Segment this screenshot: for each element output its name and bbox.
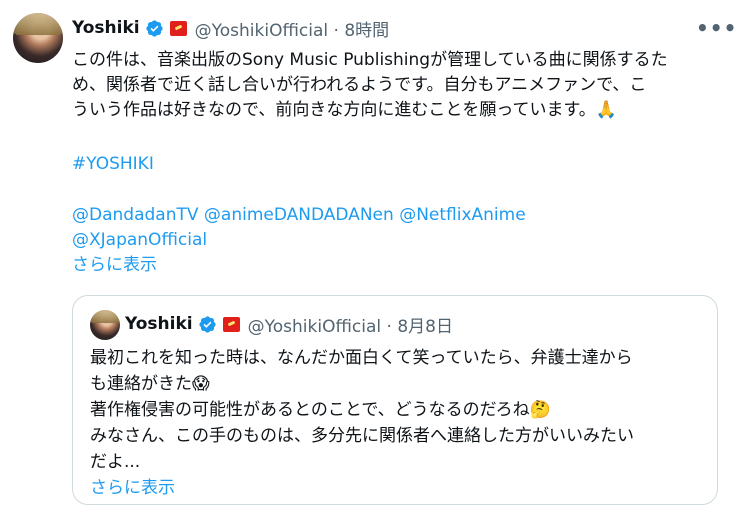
quoted-text-line: 著作権侵害の可能性があるとのことで、どうなるのだろね🤔	[90, 397, 551, 423]
tweet-header: Yoshiki @YoshikiOfficial · 8時間	[72, 14, 389, 42]
verified-badge-icon	[146, 19, 163, 37]
author-avatar[interactable]	[13, 13, 63, 63]
thinking-face-emoji: 🤔	[529, 400, 551, 420]
affiliate-badge-icon	[169, 20, 187, 36]
hashtag-link[interactable]: #YOSHIKI	[72, 154, 154, 174]
quoted-text-segment: 著作権侵害の可能性があるとのことで、どうなるのだろね	[90, 400, 530, 420]
mention-link[interactable]: @NetflixAnime	[399, 205, 525, 225]
tweet-text-line: ういう作品は好きなので、前向きな方向に進むことを願っています。🙏	[72, 98, 617, 123]
tweet-text-line: め、関係者で近く話し合いが行われるようです。自分もアニメファンで、こ	[72, 75, 647, 95]
tweet-text-line: この件は、音楽出版のSony Music Publishingが管理している曲に…	[72, 50, 668, 70]
quoted-tweet-header: Yoshiki @YoshikiOfficial · 8月8日	[125, 312, 453, 337]
screaming-face-emoji: 😱	[192, 374, 210, 394]
mention-link[interactable]: @animeDANDADANen	[204, 205, 394, 225]
mentions-line: @DandadanTV @animeDANDADANen @NetflixAni…	[72, 203, 526, 228]
author-name[interactable]: Yoshiki	[72, 18, 140, 38]
mention-link[interactable]: @DandadanTV	[72, 205, 199, 225]
quoted-show-more-link[interactable]: さらに表示	[90, 478, 175, 498]
quoted-author-handle-time[interactable]: @YoshikiOfficial · 8月8日	[248, 312, 453, 337]
show-more-line: さらに表示	[72, 253, 157, 278]
verified-badge-icon	[199, 315, 216, 333]
quoted-show-more-line: さらに表示	[90, 475, 175, 501]
mention-link[interactable]: @XJapanOfficial	[72, 230, 207, 250]
quoted-author-avatar[interactable]	[90, 310, 120, 340]
quoted-text-line: みなさん、この手のものは、多分先に関係者へ連絡した方がいいみたい	[90, 426, 634, 446]
mentions-line: @XJapanOfficial	[72, 228, 207, 253]
hashtag-line: #YOSHIKI	[72, 152, 154, 177]
quoted-author-name[interactable]: Yoshiki	[125, 314, 193, 334]
quoted-text-line: だよ...	[90, 452, 141, 472]
show-more-link[interactable]: さらに表示	[72, 255, 157, 275]
quoted-text-line: 最初これを知った時は、なんだか面白くて笑っていたら、弁護士達から	[90, 348, 633, 368]
quoted-text-line: も連絡がきた😱	[90, 371, 210, 397]
more-options-icon[interactable]: •••	[696, 16, 737, 40]
affiliate-badge-icon	[222, 316, 240, 332]
praying-hands-emoji: 🙏	[595, 100, 617, 120]
author-handle-time[interactable]: @YoshikiOfficial · 8時間	[195, 16, 390, 41]
quoted-tweet-card[interactable]: Yoshiki @YoshikiOfficial · 8月8日 最初これを知った…	[72, 295, 718, 505]
tweet-text-segment: ういう作品は好きなので、前向きな方向に進むことを願っています。	[72, 100, 596, 120]
quoted-text-segment: も連絡がきた	[90, 374, 192, 394]
